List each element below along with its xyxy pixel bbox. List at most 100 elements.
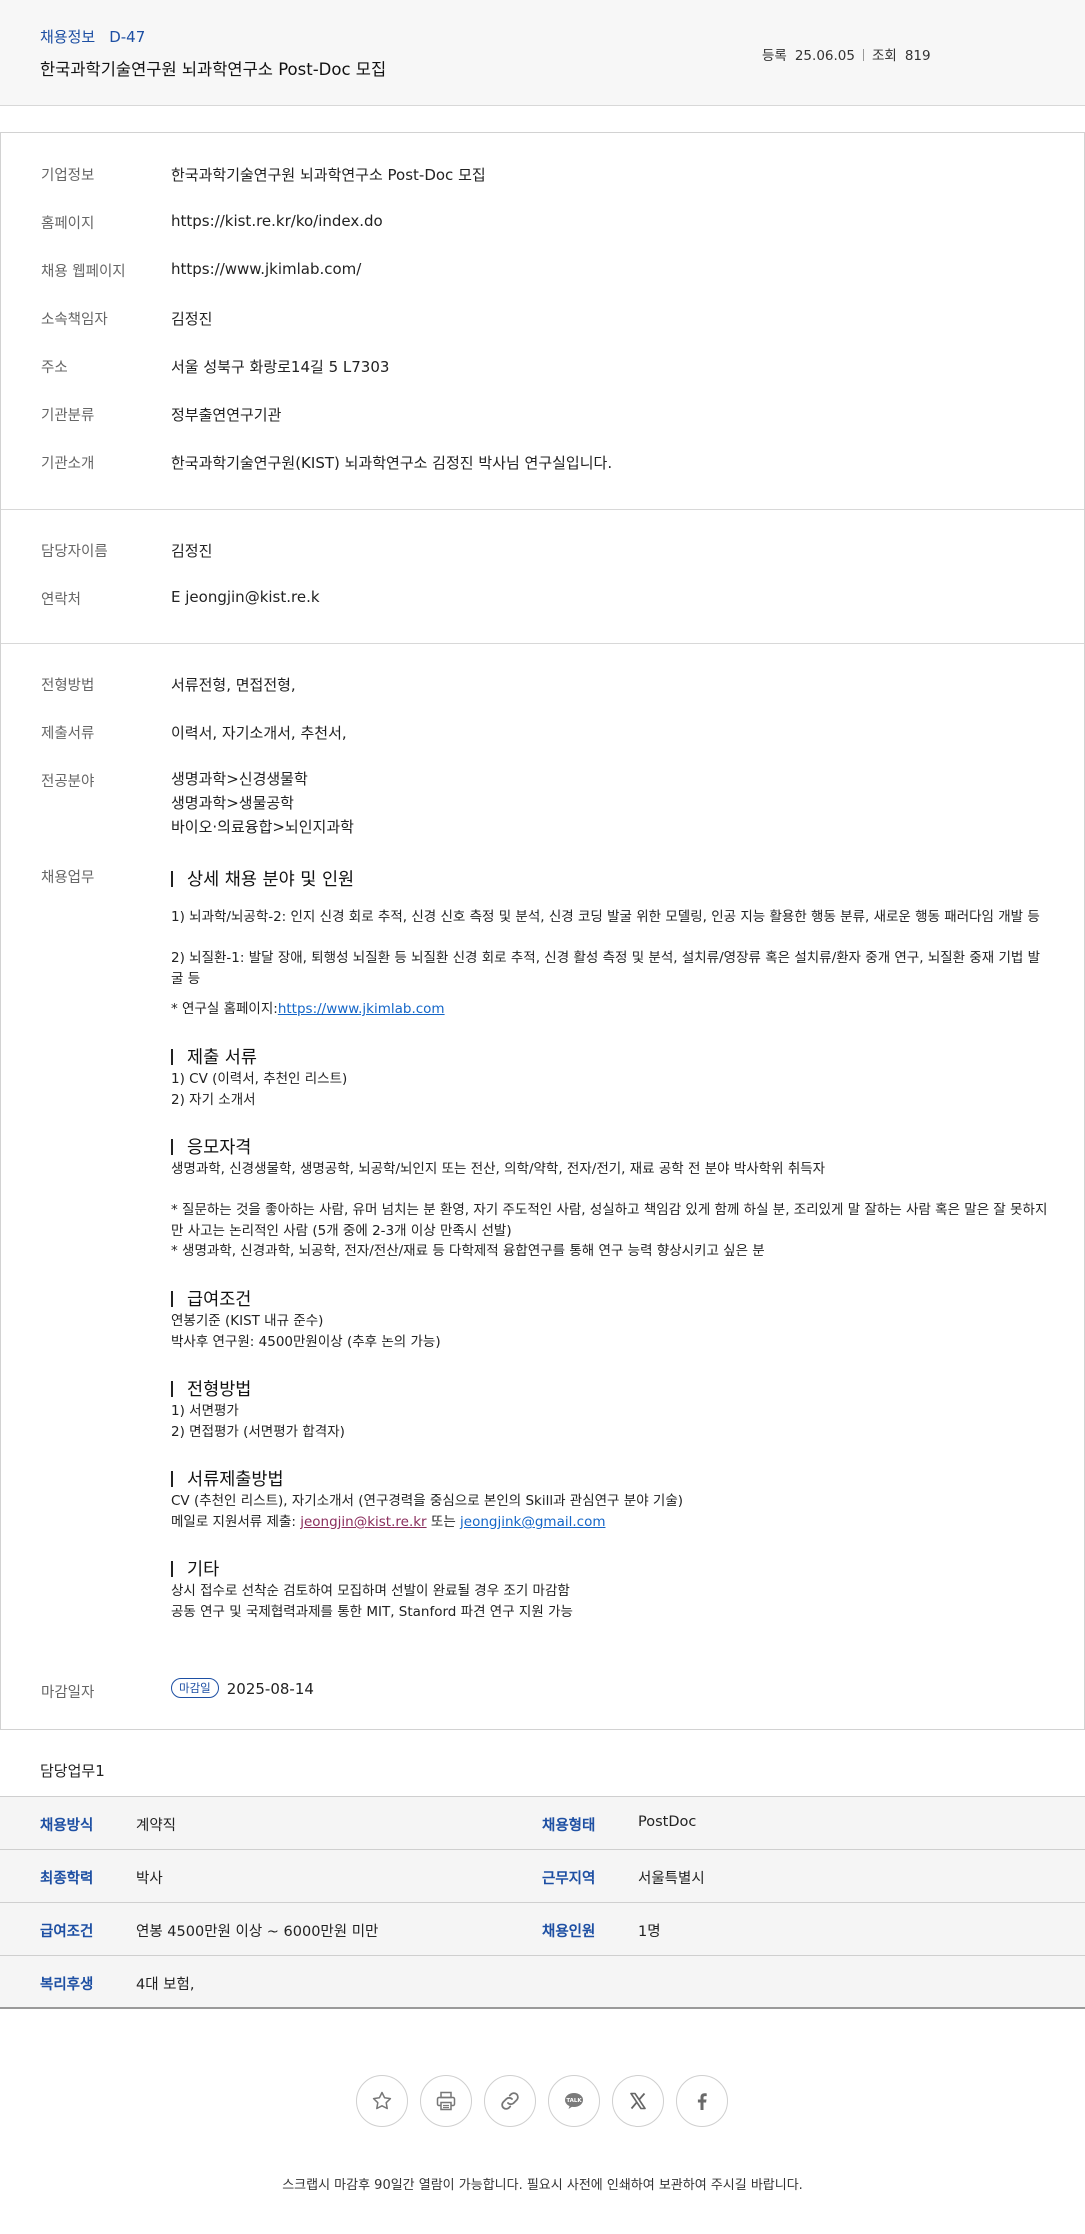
info-key: 채용 웹페이지 — [41, 264, 126, 280]
detail-heading: 응모자격 — [171, 1134, 251, 1159]
detail-heading-text: 상세 채용 분야 및 인원 — [187, 870, 355, 890]
detail-text: * 연구실 홈페이지:https://www.jkimlab.com — [171, 999, 1051, 1020]
job-key: 급여조건 — [40, 1924, 94, 1940]
info-key: 소속책임자 — [41, 312, 108, 328]
post-header: 채용정보 D-47 한국과학기술연구원 뇌과학연구소 Post-Doc 모집 등록… — [0, 0, 1085, 106]
detail-text: 2) 자기 소개서 — [171, 1092, 256, 1108]
category-label: 채용정보 D-47 — [40, 26, 145, 47]
job-value: 연봉 4500만원 이상 ~ 6000만원 미만 — [136, 1924, 379, 1940]
info-key: 담당자이름 — [41, 544, 108, 560]
post-meta: 등록 25.06.05 조회 819 — [762, 44, 931, 64]
detail-text: 2) 면접평가 (서면평가 합격자) — [171, 1424, 345, 1440]
contact-email[interactable]: E jeongjin@kist.re.k — [171, 588, 320, 606]
deadline-value: 마감일 2025-08-14 — [171, 1678, 314, 1698]
heading-bar — [171, 871, 173, 887]
meta-divider — [862, 49, 864, 61]
info-key: 기관소개 — [41, 456, 95, 472]
detail-heading-text: 급여조건 — [187, 1290, 252, 1310]
info-key: 주소 — [41, 360, 68, 376]
kakaotalk-label: TALK — [566, 2098, 582, 2104]
detail-text: 공동 연구 및 국제협력과제를 통한 MIT, Stanford 파견 연구 지… — [171, 1604, 573, 1620]
detail-text: 생명과학, 신경생물학, 생명공학, 뇌공학/뇌인지 또는 전산, 의학/약학,… — [171, 1161, 826, 1177]
job-key: 채용형태 — [542, 1818, 596, 1834]
job-table: 채용방식 계약직 채용형태 PostDoc 최종학력 박사 근무지역 서울특별시… — [0, 1796, 1085, 2009]
detail-text: 박사후 연구원: 4500만원이상 (추후 논의 가능) — [171, 1334, 441, 1350]
detail-text: 상시 접수로 선착순 검토하여 모집하며 선발이 완료될 경우 조기 마감함 — [171, 1583, 570, 1599]
info-key: 전공분야 — [41, 774, 95, 790]
deadline-badge: 마감일 — [171, 1678, 219, 1698]
info-key: 기업정보 — [41, 168, 95, 184]
print-icon — [436, 2091, 456, 2111]
link-icon — [501, 2092, 519, 2110]
info-value: 정부출연연구기관 — [171, 406, 282, 424]
field-item: 바이오·의료융합>뇌인지과학 — [171, 818, 354, 836]
submit-or: 또는 — [426, 1514, 461, 1530]
recruit-web-link[interactable]: https://www.jkimlab.com/ — [171, 260, 361, 278]
job-value: 계약직 — [136, 1818, 177, 1834]
heading-bar — [171, 1139, 173, 1155]
kakaotalk-icon: TALK — [565, 2093, 583, 2109]
detail-text: 1) 서면평가 — [171, 1403, 239, 1419]
field-list: 생명과학>신경생물학 생명과학>생물공학 바이오·의료융합>뇌인지과학 — [171, 767, 354, 839]
info-key: 전형방법 — [41, 678, 95, 694]
info-key: 홈페이지 — [41, 216, 95, 232]
job-key: 채용인원 — [542, 1924, 596, 1940]
detail-text: CV (추천인 리스트), 자기소개서 (연구경력을 중심으로 본인의 Skil… — [171, 1493, 684, 1509]
info-key: 제출서류 — [41, 726, 95, 742]
info-value: 서울 성북구 화랑로14길 5 L7303 — [171, 358, 390, 376]
print-button[interactable] — [420, 2075, 472, 2127]
job-value: 1명 — [638, 1924, 661, 1940]
job-key: 근무지역 — [542, 1871, 596, 1887]
detail-heading: 전형방법 — [171, 1376, 251, 1401]
info-value: 김정진 — [171, 310, 213, 328]
detail-text: 메일로 지원서류 제출: jeongjin@kist.re.kr 또는 jeon… — [171, 1512, 1051, 1533]
heading-bar — [171, 1049, 173, 1065]
info-value: 김정진 — [171, 542, 213, 560]
copy-link-button[interactable] — [484, 2075, 536, 2127]
post-code: D-47 — [109, 28, 146, 46]
info-key: 마감일자 — [41, 1685, 95, 1701]
detail-heading-text: 제출 서류 — [187, 1048, 257, 1068]
section-divider — [1, 643, 1084, 644]
detail-heading-text: 서류제출방법 — [187, 1470, 284, 1490]
job-value: PostDoc — [638, 1814, 697, 1830]
detail-text: 1) 뇌과학/뇌공학-2: 인지 신경 회로 추적, 신경 신호 측정 및 분석… — [171, 909, 1040, 925]
info-value: 한국과학기술연구원(KIST) 뇌과학연구소 김정진 박사님 연구실입니다. — [171, 454, 613, 472]
facebook-share-button[interactable] — [676, 2075, 728, 2127]
x-icon — [630, 2092, 646, 2110]
view-count: 819 — [904, 48, 931, 64]
info-key: 연락처 — [41, 592, 82, 608]
submit-email-link-kist[interactable]: jeongjin@kist.re.kr — [300, 1514, 426, 1530]
job-title: 담당업무1 — [40, 1762, 105, 1780]
table-row: 최종학력 박사 근무지역 서울특별시 — [0, 1850, 1085, 1903]
info-value: 서류전형, 면접전형, — [171, 676, 296, 694]
share-bar: TALK — [356, 2075, 730, 2129]
heading-bar — [171, 1561, 173, 1577]
info-value: 한국과학기술연구원 뇌과학연구소 Post-Doc 모집 — [171, 166, 486, 184]
submit-email-link-gmail[interactable]: jeongjink@gmail.com — [460, 1514, 605, 1530]
facebook-icon — [697, 2093, 707, 2110]
post-title: 한국과학기술연구원 뇌과학연구소 Post-Doc 모집 — [40, 60, 387, 79]
lab-homepage-link[interactable]: https://www.jkimlab.com — [278, 1001, 445, 1017]
detail-text: * 생명과학, 신경과학, 뇌공학, 전자/전산/재료 등 다학제적 융합연구를… — [171, 1243, 765, 1259]
homepage-link[interactable]: https://kist.re.kr/ko/index.do — [171, 212, 383, 230]
job-key: 최종학력 — [40, 1871, 94, 1887]
star-icon — [372, 2091, 392, 2110]
field-item: 생명과학>생물공학 — [171, 794, 294, 812]
heading-bar — [171, 1471, 173, 1487]
job-key: 복리후생 — [40, 1977, 94, 1993]
detail-text: 연봉기준 (KIST 내규 준수) — [171, 1313, 324, 1329]
info-value: 이력서, 자기소개서, 추천서, — [171, 724, 347, 742]
page: 채용정보 D-47 한국과학기술연구원 뇌과학연구소 Post-Doc 모집 등록… — [0, 0, 1085, 2234]
scrap-button[interactable] — [356, 2075, 408, 2127]
kakaotalk-share-button[interactable]: TALK — [548, 2075, 600, 2127]
detail-heading: 제출 서류 — [171, 1044, 257, 1069]
detail-text: * 질문하는 것을 좋아하는 사람, 유머 넘치는 분 환영, 자기 주도적인 … — [171, 1202, 1048, 1239]
detail-heading: 기타 — [171, 1556, 219, 1581]
x-share-button[interactable] — [612, 2075, 664, 2127]
job-key: 채용방식 — [40, 1818, 94, 1834]
section-divider — [1, 509, 1084, 510]
view-label: 조회 — [871, 48, 897, 64]
detail-heading-text: 기타 — [187, 1560, 220, 1580]
detail-heading-text: 전형방법 — [187, 1380, 252, 1400]
